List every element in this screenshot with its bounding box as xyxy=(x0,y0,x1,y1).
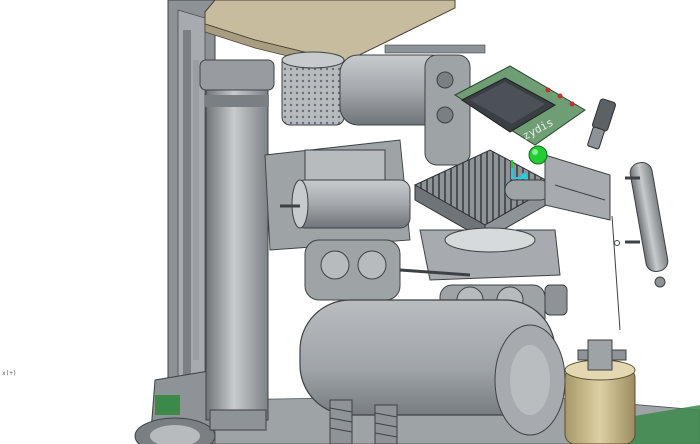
assembly-model[interactable]: zydis xyxy=(0,0,700,444)
horizontal-cylinder[interactable] xyxy=(280,179,411,229)
connector-plug[interactable] xyxy=(587,98,616,150)
green-button[interactable] xyxy=(528,145,548,165)
vertical-cylinder[interactable] xyxy=(199,59,275,431)
side-tube[interactable] xyxy=(611,161,669,331)
pcb-board[interactable]: zydis xyxy=(453,65,586,146)
cad-viewport[interactable]: zydis x(+) xyxy=(0,0,700,444)
coordinate-readout: x(+) xyxy=(2,370,17,377)
filter-canister[interactable] xyxy=(564,339,636,444)
